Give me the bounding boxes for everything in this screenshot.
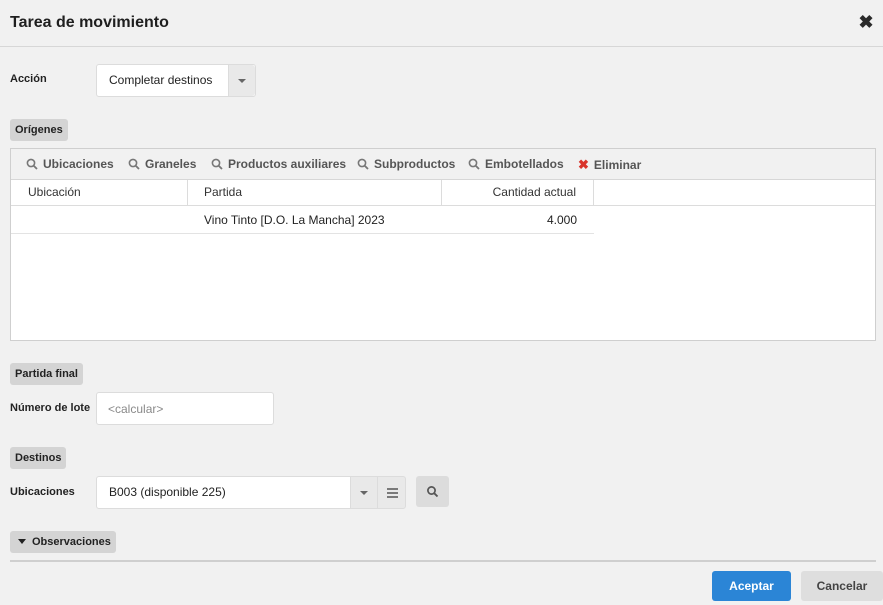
toolbar-graneles-button[interactable]: Graneles (128, 157, 196, 171)
toolbar-ubicaciones-button[interactable]: Ubicaciones (26, 157, 114, 171)
accion-label: Acción (10, 73, 47, 85)
search-icon (357, 158, 369, 170)
search-icon (26, 158, 38, 170)
observaciones-toggle[interactable]: Observaciones (10, 531, 116, 553)
chevron-down-icon (360, 490, 368, 495)
numero-lote-input[interactable] (108, 402, 258, 416)
chevron-down-icon (238, 78, 246, 83)
accion-select[interactable]: Completar destinos (96, 64, 256, 97)
accion-dropdown-toggle[interactable] (228, 65, 255, 96)
toolbar-productos-auxiliares-label: Productos auxiliares (228, 157, 347, 171)
search-icon (211, 158, 223, 170)
observaciones-label: Observaciones (32, 536, 111, 548)
cell-cantidad: 4.000 (546, 213, 577, 227)
origenes-table-header: Ubicación Partida Cantidad actual (11, 180, 875, 206)
cell-partida: Vino Tinto [D.O. La Mancha] 2023 (204, 213, 385, 227)
toolbar-ubicaciones-label: Ubicaciones (43, 157, 114, 171)
column-header-cantidad-actual[interactable]: Cantidad actual (442, 180, 594, 206)
section-partida-final: Partida final (10, 363, 83, 385)
section-origenes: Orígenes (10, 119, 68, 141)
section-destinos: Destinos (10, 447, 67, 469)
delete-icon: ✖ (578, 157, 589, 172)
toolbar-graneles-label: Graneles (145, 157, 197, 171)
ubicaciones-dropdown-toggle[interactable] (350, 477, 377, 508)
toolbar-productos-auxiliares-button[interactable]: Productos auxiliares (211, 157, 346, 171)
accept-button[interactable]: Aceptar (712, 571, 791, 601)
origenes-toolbar: Ubicaciones Graneles Productos auxiliare… (11, 149, 875, 180)
table-row[interactable]: Vino Tinto [D.O. La Mancha] 2023 4.000 (11, 207, 594, 234)
menu-icon (387, 488, 398, 498)
toolbar-eliminar-button[interactable]: ✖ Eliminar (578, 157, 641, 173)
toolbar-subproductos-label: Subproductos (374, 157, 456, 171)
accion-select-value: Completar destinos (109, 73, 213, 87)
toolbar-eliminar-label: Eliminar (593, 158, 642, 172)
triangle-down-icon (18, 539, 26, 544)
ubicaciones-search-button[interactable] (416, 476, 449, 507)
ubicaciones-list-button[interactable] (377, 476, 406, 509)
toolbar-embotellados-button[interactable]: Embotellados (468, 157, 564, 171)
dialog-title: Tarea de movimiento (10, 14, 169, 31)
dialog-titlebar: Tarea de movimiento ✖ (0, 0, 883, 47)
cancel-button[interactable]: Cancelar (801, 571, 883, 601)
ubicaciones-select[interactable]: B003 (disponible 225) (96, 476, 378, 509)
origenes-panel: Ubicaciones Graneles Productos auxiliare… (10, 148, 876, 341)
search-icon (427, 486, 439, 498)
ubicaciones-select-value: B003 (disponible 225) (109, 485, 226, 499)
close-icon[interactable]: ✖ (858, 13, 874, 31)
column-header-partida[interactable]: Partida (188, 180, 442, 206)
toolbar-embotellados-label: Embotellados (485, 157, 564, 171)
search-icon (128, 158, 140, 170)
ubicaciones-label: Ubicaciones (10, 486, 75, 498)
toolbar-subproductos-button[interactable]: Subproductos (357, 157, 455, 171)
search-icon (468, 158, 480, 170)
column-header-ubicacion[interactable]: Ubicación (11, 180, 188, 206)
numero-lote-label: Número de lote (10, 402, 91, 414)
cell-ubicacion (11, 207, 188, 233)
numero-lote-field[interactable] (96, 392, 274, 425)
